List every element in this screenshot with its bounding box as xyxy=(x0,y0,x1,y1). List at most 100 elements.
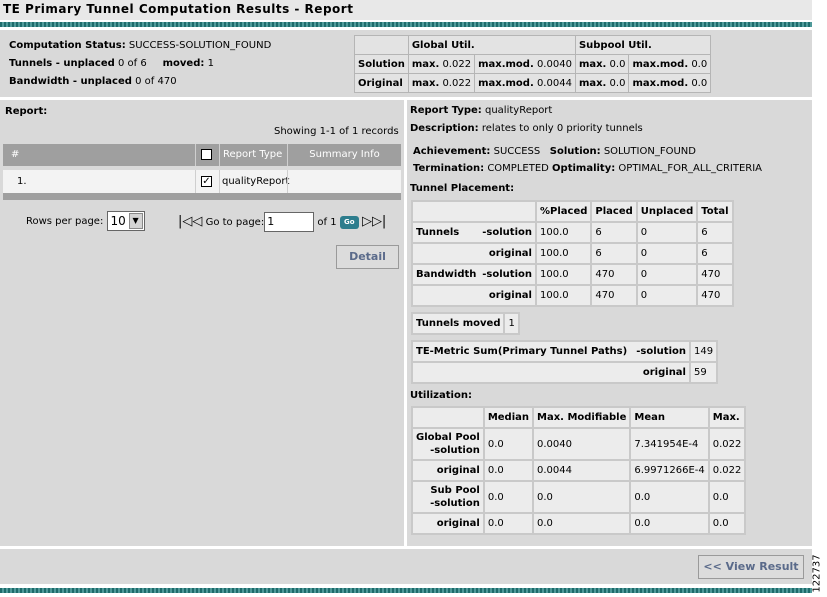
chevron-down-icon[interactable]: ▼ xyxy=(128,213,143,229)
col-report-type[interactable]: Report Type xyxy=(219,144,287,166)
cell: 6 xyxy=(696,221,734,244)
placement-corner-cell xyxy=(411,200,537,223)
cell: 0.0 xyxy=(707,512,747,535)
detail-button[interactable]: Detail xyxy=(336,245,399,269)
cell: 6 xyxy=(696,242,734,265)
cell: 6.9971266E-4 xyxy=(629,459,710,482)
row-label: original xyxy=(411,284,537,307)
computation-status-value: SUCCESS-SOLUTION_FOUND xyxy=(128,40,272,51)
row-label: Tunnels -solution xyxy=(411,221,537,244)
cell: 0.0 xyxy=(482,427,535,461)
first-page-icon[interactable]: |◁ xyxy=(178,214,192,229)
row-label: Sub Pool -solution xyxy=(411,480,485,514)
figure-id: 122737 xyxy=(812,552,827,597)
tunnels-unplaced-label: Tunnels - unplaced xyxy=(9,58,115,69)
tunnel-placement-table: %Placed Placed Unplaced Total Tunnels -so… xyxy=(411,200,734,307)
col-placed: Placed xyxy=(590,200,638,223)
goto-page-input[interactable]: 1 xyxy=(264,212,315,232)
col-select-all[interactable]: ✓ xyxy=(195,144,219,166)
te-original-value: 59 xyxy=(688,361,719,384)
col-max: Max. xyxy=(707,406,747,429)
row-label: original xyxy=(411,459,485,482)
cell: 0.0040 xyxy=(532,427,632,461)
cell: 0.0 xyxy=(707,480,747,514)
records-count: Showing 1-1 of 1 records xyxy=(274,126,399,137)
computation-status: Computation Status: SUCCESS-SOLUTION_FOU… xyxy=(9,40,271,51)
optimality-label: Optimality: xyxy=(552,163,616,174)
row-label: Global Pool -solution xyxy=(411,427,485,461)
report-list-panel: Report: Showing 1-1 of 1 records # ✓ Rep… xyxy=(0,100,404,546)
col-max-modifiable: Max. Modifiable xyxy=(532,406,632,429)
row-select-cell[interactable]: ✓ xyxy=(195,170,219,193)
table-row: Global Pool -solution 0.0 0.0040 7.341954… xyxy=(411,427,747,461)
description-label: Description: xyxy=(410,123,479,134)
cell: 6 xyxy=(590,221,638,244)
tunnels-moved-value: 1 xyxy=(503,312,520,335)
row-summary-info xyxy=(287,170,401,193)
achievement-value: SUCCESS xyxy=(493,146,541,157)
cell: 0.0 xyxy=(629,512,710,535)
cell: 0.022 xyxy=(707,459,747,482)
cell: 100.0 xyxy=(534,263,593,286)
achievement-label: Achievement: xyxy=(413,146,491,157)
cell: 0.0 xyxy=(482,459,535,482)
rows-per-page-label: Rows per page: xyxy=(26,216,104,227)
moved-label: moved: xyxy=(162,58,205,69)
cell: 0.0 xyxy=(482,480,535,514)
subpool-maxmod-cell: max.mod. 0.0 xyxy=(628,54,712,74)
utilization-table: Median Max. Modifiable Mean Max. Global … xyxy=(411,406,747,535)
subpool-max-cell: max. 0.0 xyxy=(574,73,630,93)
global-max-cell: max. 0.022 xyxy=(407,73,476,93)
solution-label: Solution: xyxy=(549,146,601,157)
cell: 0 xyxy=(635,263,699,286)
col-total: Total xyxy=(696,200,734,223)
global-util-header: Global Util. xyxy=(407,35,576,55)
report-type-line: Report Type: qualityReport xyxy=(410,105,552,116)
termination-label: Termination: xyxy=(413,163,485,174)
description-line: Description: relates to only 0 priority … xyxy=(410,123,643,134)
col-percent-placed: %Placed xyxy=(534,200,593,223)
go-button[interactable]: Go xyxy=(339,215,359,229)
page-navigation: |◁◁ Go to page: 1 of 1 Go ▷▷| xyxy=(178,211,386,234)
rows-per-page-select[interactable]: 10 ▼ xyxy=(106,211,145,231)
footer-divider xyxy=(0,588,812,593)
util-row-label: Original xyxy=(354,73,409,93)
table-row[interactable]: 1. ✓ qualityReport xyxy=(3,170,401,193)
cell: 6 xyxy=(590,242,638,265)
row-checkbox[interactable]: ✓ xyxy=(201,175,212,187)
cell: 0.0 xyxy=(532,480,632,514)
termination-line: Termination: COMPLETED Optimality: OPTIM… xyxy=(413,163,762,174)
next-page-icon[interactable]: ▷ xyxy=(362,214,372,229)
col-median: Median xyxy=(482,406,535,429)
tunnels-unplaced-value: 0 of 6 xyxy=(117,58,147,69)
cell: 0.0 xyxy=(629,480,710,514)
col-summary-info[interactable]: Summary Info xyxy=(287,144,401,166)
termination-value: COMPLETED xyxy=(487,163,549,174)
prev-page-icon[interactable]: ◁ xyxy=(192,214,202,229)
global-maxmod-cell: max.mod. 0.0044 xyxy=(474,73,576,93)
subpool-util-header: Subpool Util. xyxy=(574,35,712,55)
table-row: original 0.0 0.0 0.0 0.0 xyxy=(411,512,747,535)
cell: 0 xyxy=(635,242,699,265)
util-row-original: Original max. 0.022 max.mod. 0.0044 max.… xyxy=(354,73,712,93)
row-label: Bandwidth -solution xyxy=(411,263,537,286)
cell: 100.0 xyxy=(534,284,593,307)
col-number: # xyxy=(11,149,20,160)
solution-value: SOLUTION_FOUND xyxy=(603,146,696,157)
col-unplaced: Unplaced xyxy=(635,200,699,223)
figure-id-text: 122737 xyxy=(811,554,823,593)
cell: 0 xyxy=(635,284,699,307)
last-page-icon[interactable]: ▷| xyxy=(372,214,386,229)
description-value: relates to only 0 priority tunnels xyxy=(481,123,643,134)
row-report-type: qualityReport xyxy=(219,170,289,193)
row-label: original xyxy=(411,242,537,265)
select-all-checkbox[interactable]: ✓ xyxy=(201,148,212,160)
goto-page-label: Go to page: xyxy=(205,217,265,228)
cell: 0.0 xyxy=(482,512,535,535)
view-result-button[interactable]: << View Result xyxy=(698,555,804,579)
te-original-label: original xyxy=(411,361,691,384)
cell: 0.0044 xyxy=(532,459,632,482)
pagination-bar: Rows per page: 10 ▼ xyxy=(26,211,145,233)
moved-value: 1 xyxy=(207,58,214,69)
utilization-heading: Utilization: xyxy=(410,390,472,401)
